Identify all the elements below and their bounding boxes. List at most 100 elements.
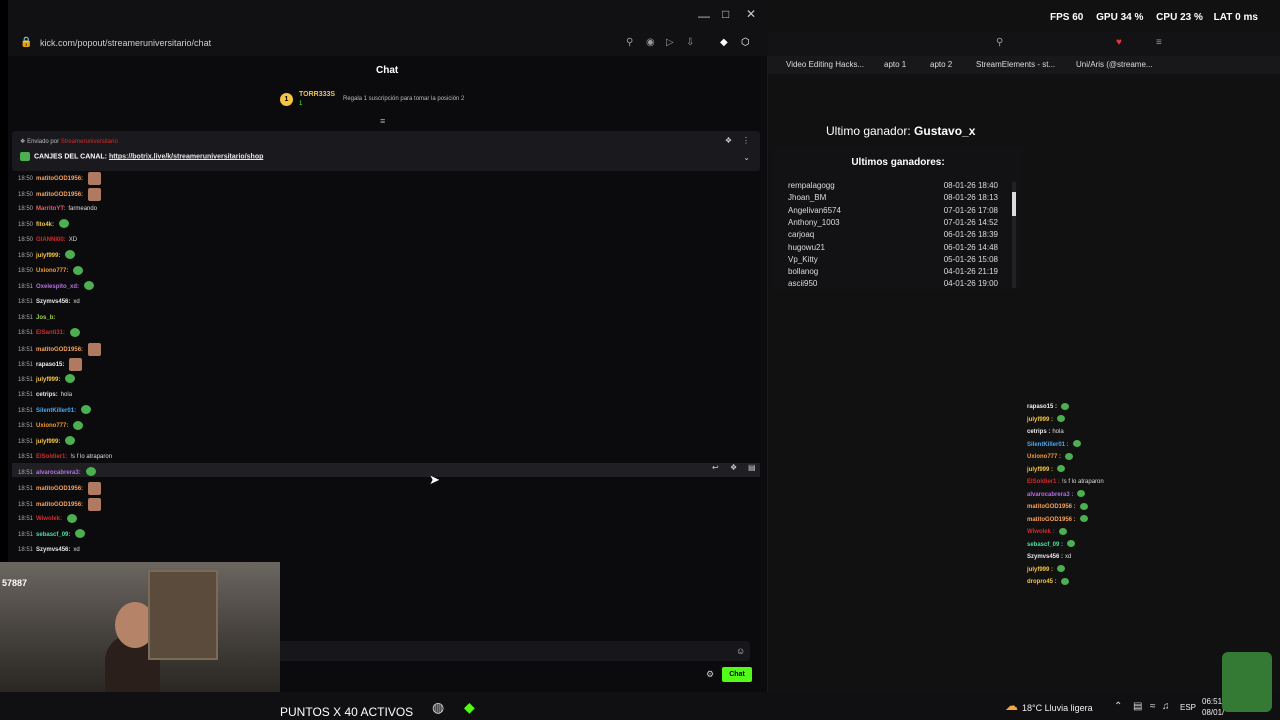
chat-message[interactable]: 18:51 matitoGOD1956: [18, 482, 102, 495]
message-username[interactable]: Uxiono777: [36, 423, 68, 429]
extension-icon[interactable]: ◆ [720, 37, 728, 48]
volume-icon[interactable]: ♫ [1162, 701, 1170, 712]
tray-chevron-icon[interactable]: ⌃ [1114, 701, 1122, 712]
chat-message[interactable]: 18:50 MarritoYT: farmeando [18, 203, 97, 215]
chat-message[interactable]: 18:50 matitoGOD1956: [18, 172, 102, 185]
clock-time[interactable]: 06:51 [1202, 697, 1222, 706]
chat-message[interactable]: 18:51 Wiwolek: [18, 513, 77, 525]
chat-message[interactable]: 18:51 ElSoldier1: !s f lo atraparon [18, 451, 112, 463]
bookmark-item[interactable]: apto 2 [930, 60, 952, 69]
bookmark-item[interactable]: apto 1 [884, 60, 906, 69]
chat-message[interactable]: 18:51 cetrips: hola [18, 389, 72, 401]
language-indicator[interactable]: ESP [1180, 703, 1196, 712]
message-text: farmeando [68, 206, 98, 212]
winners-panel: Ultimos ganadores: rempalagogg 08-01-26 1… [774, 148, 1022, 290]
message-username[interactable]: cetrips: [36, 392, 58, 398]
chat-message[interactable]: 18:51 Jos_b: [18, 312, 58, 324]
message-username[interactable]: sebascf_09: [36, 532, 70, 538]
send-chat-button[interactable]: Chat [722, 667, 752, 682]
chat-message[interactable]: 18:51 matitoGOD1956: [18, 342, 102, 356]
chat-message[interactable]: 18:51 alvarocabrera3: [18, 467, 96, 479]
play-icon[interactable]: ▷ [666, 37, 674, 48]
chat-message[interactable]: 18:51 ElSanti31: [18, 327, 81, 339]
clock-date[interactable]: 08/01/ [1202, 708, 1224, 717]
chat-message[interactable]: 18:51 matitoGOD1956: [18, 497, 102, 511]
bookmark-item[interactable]: Video Editing Hacks... [786, 60, 864, 69]
message-username[interactable]: fito4k: [36, 222, 54, 228]
message-time: 18:51 [18, 454, 34, 460]
message-username[interactable]: Wiwolek: [36, 516, 62, 522]
close-icon[interactable]: ✕ [746, 7, 756, 21]
emoji-icon[interactable]: ☺ [736, 646, 745, 656]
message-username[interactable]: GIANNI00: [36, 237, 66, 243]
emote-icon [65, 374, 76, 384]
cube-icon[interactable]: ⬡ [741, 37, 750, 48]
message-username[interactable]: julyf999: [36, 439, 60, 445]
overlay-chat-line: SilentKiller01 : [1027, 439, 1081, 451]
settings-gear-icon[interactable]: ⚙ [706, 669, 714, 680]
message-username[interactable]: MarritoYT: [36, 206, 65, 212]
pinned-link[interactable]: https://botrix.live/k/streameruniversita… [109, 153, 263, 160]
delete-icon[interactable]: ▤ [748, 463, 756, 472]
chat-message[interactable]: 18:51 SilentKiller01: [18, 405, 92, 417]
heart-icon[interactable]: ♥ [1116, 37, 1122, 48]
reply-icon[interactable]: ↩ [712, 463, 719, 472]
message-username[interactable]: Szymvs456: [36, 547, 70, 553]
pin-message-icon[interactable]: ❖ [730, 463, 737, 472]
bookmark-item[interactable]: Uni/Aris (@streame... [1076, 60, 1153, 69]
message-username[interactable]: SilentKiller01: [36, 408, 76, 414]
chat-message[interactable]: 18:51 Oxelespito_xd: [18, 281, 95, 293]
chat-message[interactable]: 18:51 sebascf_09: [18, 529, 86, 541]
message-username[interactable]: Jos_b: [36, 315, 55, 321]
message-username[interactable]: Oxelespito_xd: [36, 284, 79, 290]
menu-icon[interactable]: ≡ [1156, 37, 1162, 48]
message-username[interactable]: ElSoldier1: [36, 454, 67, 460]
message-username[interactable]: Szymvs456: [36, 299, 70, 305]
maximize-icon[interactable]: □ [722, 7, 729, 21]
chat-message[interactable]: 18:51 julyf999: [18, 436, 76, 448]
overlay-chat-line: Szymvs456 : xd [1027, 551, 1071, 563]
chat-message[interactable]: 18:50 GIANNI00: XD [18, 234, 77, 246]
chat-message[interactable]: 18:50 Uxiono777: [18, 265, 84, 277]
minimize-icon[interactable]: — [698, 9, 710, 23]
message-username[interactable]: Uxiono777: [36, 268, 68, 274]
message-username[interactable]: alvarocabrera3: [36, 470, 81, 476]
collapse-icon[interactable]: ≡ [380, 116, 385, 126]
chevron-down-icon[interactable]: ⌄ [743, 153, 750, 162]
chat-message[interactable]: 18:50 fito4k: [18, 219, 70, 231]
download-icon[interactable]: ⇩ [686, 37, 694, 48]
bookmark-item[interactable]: StreamElements - st... [976, 60, 1055, 69]
message-username[interactable]: julyf999: [36, 377, 60, 383]
unpin-icon[interactable]: ❖ [725, 136, 732, 145]
chat-message[interactable]: 18:50 matitoGOD1956: [18, 187, 102, 201]
more-options-icon[interactable]: ⋮ [742, 136, 750, 145]
wifi-icon[interactable]: ≈ [1150, 701, 1156, 712]
overlay-chat-user: dropro45 : [1027, 579, 1057, 585]
message-username[interactable]: matitoGOD1956: [36, 192, 83, 198]
message-username[interactable]: matitoGOD1956: [36, 486, 83, 492]
chat-message[interactable]: 18:51 rapaso15: [18, 358, 83, 371]
message-username[interactable]: matitoGOD1956: [36, 502, 83, 508]
message-username[interactable]: julyf999: [36, 253, 60, 259]
url-text[interactable]: kick.com/popout/streameruniversitario/ch… [40, 38, 211, 48]
zoom-icon[interactable]: ⚲ [626, 37, 633, 48]
weather-text[interactable]: 18°C Lluvia ligera [1022, 703, 1093, 713]
chat-message[interactable]: 18:51 Uxiono777: [18, 420, 84, 432]
message-username[interactable]: matitoGOD1956: [36, 176, 83, 182]
message-username[interactable]: ElSanti31: [36, 330, 65, 336]
chat-message[interactable]: 18:51 Szymvs456: xd [18, 544, 80, 556]
message-username[interactable]: matitoGOD1956: [36, 347, 83, 353]
emote-icon [65, 436, 76, 446]
gift-cta[interactable]: Regala 1 suscripción para tomar la posic… [343, 96, 464, 102]
chat-message[interactable]: 18:51 julyf999: [18, 374, 76, 386]
message-username[interactable]: rapaso15: [36, 362, 64, 368]
obs-icon[interactable]: ◍ [432, 699, 444, 716]
kick-app-icon[interactable]: ◆ [464, 699, 475, 716]
search-icon[interactable]: ⚲ [996, 37, 1003, 48]
chat-message[interactable]: 18:51 Szymvs456: xd [18, 296, 80, 308]
winners-scrollbar[interactable] [1012, 182, 1016, 288]
shield-icon[interactable]: ◉ [646, 37, 655, 48]
chat-message[interactable]: 18:50 julyf999: [18, 250, 76, 262]
battery-icon[interactable]: ▤ [1133, 701, 1142, 712]
chat-input[interactable] [270, 641, 750, 661]
